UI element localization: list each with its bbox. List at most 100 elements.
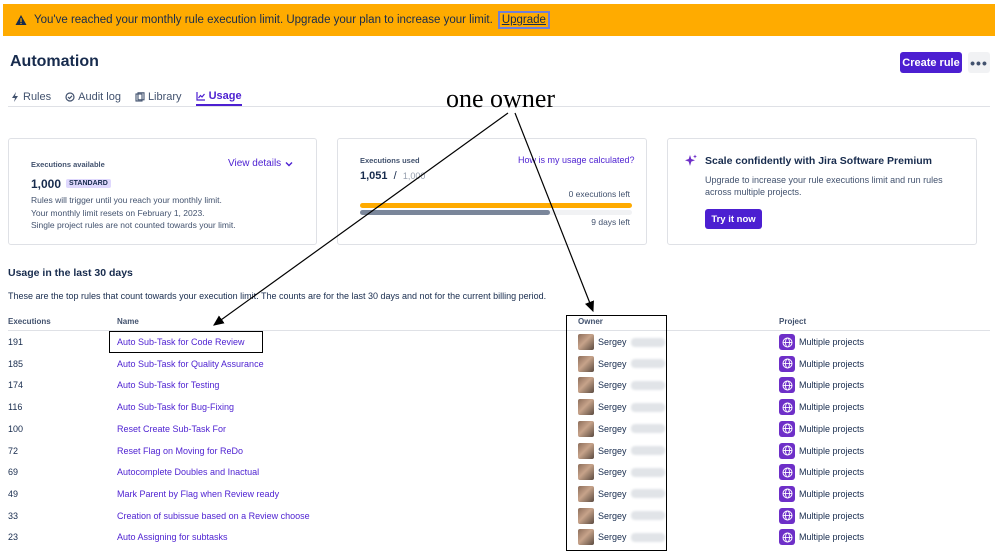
row-executions: 33	[8, 510, 19, 521]
upgrade-link[interactable]: Upgrade	[497, 11, 550, 29]
limit-info: Rules will trigger until you reach your …	[31, 194, 236, 232]
project-name: Multiple projects	[799, 337, 865, 347]
rule-name-link[interactable]: Autocomplete Doubles and Inactual	[117, 467, 259, 477]
tab-library[interactable]: Library	[135, 88, 182, 106]
row-executions: 49	[8, 488, 19, 499]
limit-info-line: Rules will trigger until you reach your …	[31, 195, 222, 205]
row-executions: 69	[8, 467, 19, 478]
annotation-box-owner	[566, 315, 667, 551]
rule-name-link[interactable]: Reset Create Sub-Task For	[117, 424, 226, 434]
table-row: 185 Auto Sub-Task for Quality Assurance …	[8, 353, 990, 375]
rule-name-link[interactable]: Auto Sub-Task for Quality Assurance	[117, 359, 264, 369]
tab-bar: Rules Audit log Library Usage	[10, 88, 242, 108]
usage-section-title: Usage in the last 30 days	[8, 267, 133, 279]
row-project: Multiple projects	[779, 464, 865, 481]
used-limit: 1,000	[402, 171, 426, 181]
page-title: Automation	[10, 53, 99, 70]
table-row: 69 Autocomplete Doubles and Inactual Ser…	[8, 461, 990, 483]
project-name: Multiple projects	[799, 358, 865, 369]
globe-icon	[779, 334, 795, 350]
row-project: Multiple projects	[779, 355, 865, 372]
copy-icon	[135, 92, 145, 102]
tab-label: Library	[147, 91, 182, 103]
project-name: Multiple projects	[799, 380, 865, 391]
used-count: 1,051	[360, 170, 388, 182]
annotation-box-name	[109, 331, 263, 353]
tab-label: Usage	[208, 90, 242, 102]
rule-name-link[interactable]: Auto Sub-Task for Testing	[117, 380, 219, 390]
ellipsis-icon: •••	[970, 54, 988, 71]
usage-calculation-link[interactable]: How is my usage calculated?	[518, 155, 635, 165]
tab-label: Rules	[23, 91, 52, 103]
card-label: Executions used	[360, 156, 420, 165]
limit-info-line: Your monthly limit resets on February 1,…	[31, 207, 205, 218]
sparkle-icon	[685, 154, 697, 166]
rule-name-link[interactable]: Auto Sub-Task for Bug-Fixing	[117, 402, 234, 412]
project-name: Multiple projects	[799, 445, 865, 456]
executions-available-value: 1,000	[31, 177, 62, 191]
chevron-down-icon	[285, 161, 293, 166]
row-executions: 174	[8, 380, 24, 391]
globe-icon	[779, 377, 795, 394]
view-details-button[interactable]: View details	[228, 158, 293, 169]
tab-audit-log[interactable]: Audit log	[65, 88, 121, 106]
project-name: Multiple projects	[799, 532, 865, 543]
create-rule-button[interactable]: Create rule	[900, 52, 962, 73]
row-executions: 23	[8, 532, 19, 543]
column-header-project[interactable]: Project	[779, 317, 806, 326]
globe-icon	[779, 507, 795, 524]
chart-icon	[195, 92, 205, 101]
column-header-executions[interactable]: Executions	[8, 317, 51, 326]
globe-icon	[779, 399, 795, 416]
bolt-icon	[12, 92, 18, 102]
table-row: 100 Reset Create Sub-Task For Sergey Mul…	[8, 418, 990, 440]
rule-name-link[interactable]: Mark Parent by Flag when Review ready	[117, 489, 279, 499]
table-row: 174 Auto Sub-Task for Testing Sergey Mul…	[8, 374, 990, 396]
tab-rules[interactable]: Rules	[10, 88, 51, 106]
days-left: 9 days left	[591, 217, 630, 227]
rule-name-link[interactable]: Reset Flag on Moving for ReDo	[117, 446, 243, 456]
project-name: Multiple projects	[799, 423, 865, 434]
row-project: Multiple projects	[779, 529, 865, 546]
row-executions: 191	[8, 337, 24, 347]
used-separator: /	[393, 170, 397, 182]
row-executions: 116	[8, 402, 23, 413]
limit-banner: You've reached your monthly rule executi…	[3, 4, 995, 36]
table-row: 33 Creation of subissue based on a Revie…	[8, 505, 990, 527]
row-project: Multiple projects	[779, 399, 865, 416]
row-project: Multiple projects	[779, 420, 865, 437]
row-project: Multiple projects	[779, 507, 865, 524]
row-executions: 100	[8, 423, 24, 434]
column-header-name[interactable]: Name	[117, 317, 139, 326]
executions-used-card: Executions used How is my usage calculat…	[337, 138, 647, 245]
row-executions: 185	[8, 358, 24, 369]
project-name: Multiple projects	[799, 467, 865, 478]
more-actions-button[interactable]: •••	[968, 52, 990, 73]
project-name: Multiple projects	[799, 488, 865, 499]
check-circle-icon	[65, 92, 75, 102]
globe-icon	[779, 464, 795, 481]
plan-badge: STANDARD	[66, 179, 111, 188]
table-row: 23 Auto Assigning for subtasks Sergey Mu…	[8, 526, 990, 548]
project-name: Multiple projects	[799, 402, 865, 413]
row-project: Multiple projects	[779, 485, 865, 502]
warning-icon	[15, 15, 27, 25]
card-label: Executions available	[31, 160, 105, 169]
usage-section-description: These are the top rules that count towar…	[8, 291, 547, 301]
executions-progress-bar	[360, 203, 632, 208]
globe-icon	[779, 485, 795, 502]
executions-used-value: 1,051 / 1,000	[360, 170, 425, 182]
project-name: Multiple projects	[799, 510, 865, 521]
rule-name-link[interactable]: Auto Assigning for subtasks	[117, 532, 228, 542]
premium-title: Scale confidently with Jira Software Pre…	[705, 155, 932, 167]
executions-available-card: Executions available View details 1,000 …	[8, 138, 317, 245]
rule-name-link[interactable]: Creation of subissue based on a Review c…	[117, 511, 310, 521]
globe-icon	[779, 442, 795, 459]
row-project: Multiple projects	[779, 442, 865, 459]
tab-usage[interactable]: Usage	[195, 88, 242, 106]
executions-left: 0 executions left	[568, 189, 630, 199]
table-row: 116 Auto Sub-Task for Bug-Fixing Sergey …	[8, 396, 990, 418]
premium-upsell-card: Scale confidently with Jira Software Pre…	[667, 138, 977, 245]
try-it-now-button[interactable]: Try it now	[705, 209, 762, 229]
view-details-label: View details	[228, 158, 282, 169]
